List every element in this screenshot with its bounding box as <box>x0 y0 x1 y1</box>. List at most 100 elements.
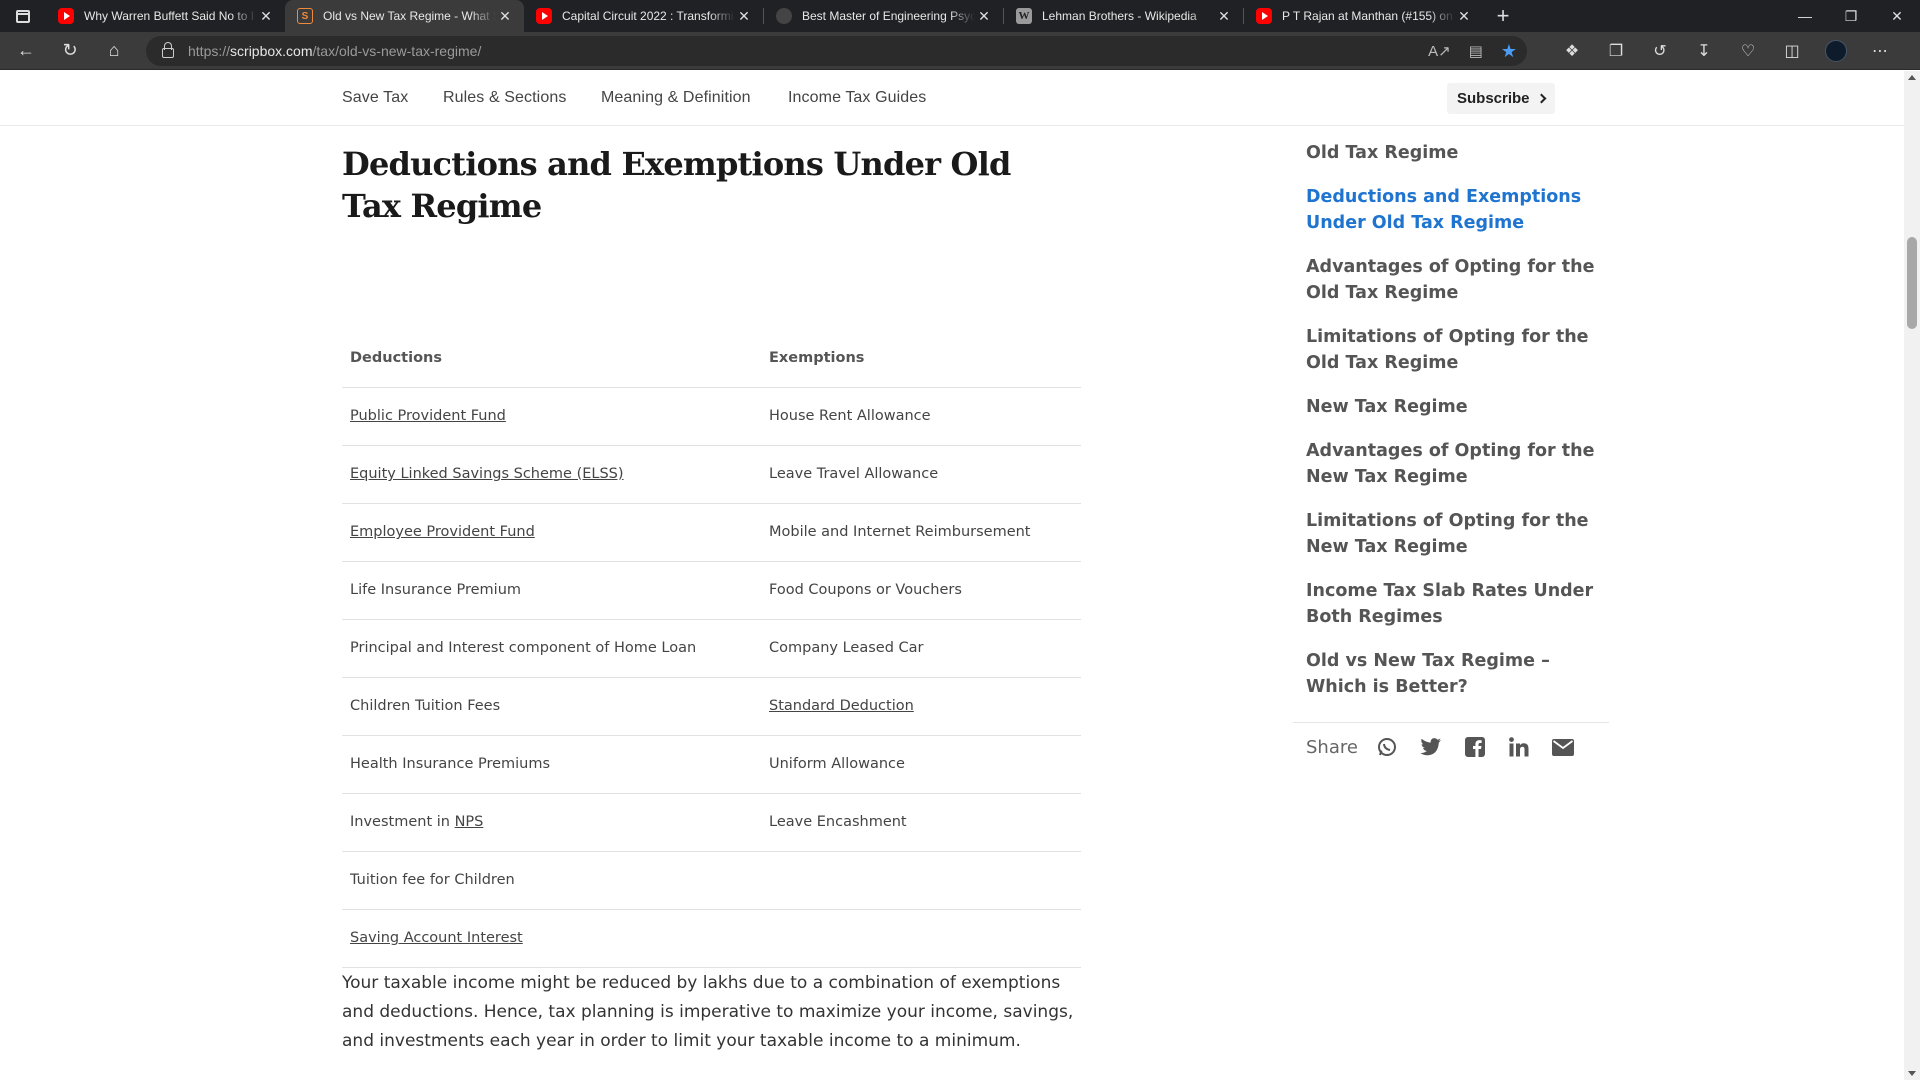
deduction-cell: Equity Linked Savings Scheme (ELSS) <box>342 445 761 504</box>
history-icon[interactable]: ↺ <box>1638 41 1682 61</box>
nav-rules-sections[interactable]: Rules & Sections <box>443 89 566 107</box>
browser-tab[interactable]: Capital Circuit 2022 : Transformi ✕ <box>524 0 763 32</box>
article-paragraph: Your taxable income might be reduced by … <box>342 973 1074 1051</box>
toc-link[interactable]: Advantages of Opting for the Old Tax Reg… <box>1306 254 1606 306</box>
twitter-icon[interactable] <box>1420 736 1442 758</box>
close-window-icon[interactable]: ✕ <box>1874 0 1920 32</box>
new-tab-button[interactable]: + <box>1483 3 1523 29</box>
deduction-link[interactable]: Equity Linked Savings Scheme (ELSS) <box>350 466 624 482</box>
refresh-button[interactable]: ↻ <box>48 32 92 70</box>
close-tab-icon[interactable]: ✕ <box>1455 8 1473 25</box>
youtube-icon <box>58 8 74 24</box>
table-row: Life Insurance Premium Food Coupons or Vo… <box>342 561 1081 620</box>
deduction-link[interactable]: Employee Provident Fund <box>350 524 535 540</box>
share-bar: Share <box>1306 732 1596 762</box>
email-icon[interactable] <box>1551 736 1574 758</box>
profile-avatar[interactable] <box>1825 40 1847 62</box>
downloads-icon[interactable]: ↧ <box>1682 41 1726 61</box>
browser-tab[interactable]: W Lehman Brothers - Wikipedia ✕ <box>1004 0 1243 32</box>
deduction-cell: Health Insurance Premiums <box>342 735 761 794</box>
back-button[interactable]: ← <box>4 32 48 70</box>
deduction-link[interactable]: NPS <box>455 814 484 830</box>
browser-tab[interactable]: Best Master of Engineering Psych ✕ <box>764 0 1003 32</box>
deduction-prefix: Investment in <box>350 814 455 830</box>
facebook-icon[interactable] <box>1464 736 1486 758</box>
browser-tab[interactable]: S Old vs New Tax Regime - What S ✕ <box>285 0 524 32</box>
home-button[interactable]: ⌂ <box>92 32 136 70</box>
collections-icon[interactable]: ❐ <box>1594 41 1638 61</box>
deduction-link[interactable]: Saving Account Interest <box>350 930 523 946</box>
toc-link[interactable]: Limitations of Opting for the Old Tax Re… <box>1306 324 1606 376</box>
deduction-text: Life Insurance Premium <box>350 582 522 598</box>
url-host: scripbox.com <box>230 43 313 59</box>
favorite-star-icon[interactable]: ★ <box>1501 41 1517 62</box>
tab-title: Lehman Brothers - Wikipedia <box>1042 9 1197 23</box>
exemption-text: Mobile and Internet Reimbursement <box>769 524 1031 540</box>
table-header-row: Deductions Exemptions <box>342 329 1081 388</box>
exemption-cell: Leave Travel Allowance <box>761 445 1081 504</box>
read-aloud-icon[interactable]: A↗ <box>1428 42 1451 60</box>
site-icon <box>776 8 792 24</box>
table-row: Health Insurance Premiums Uniform Allowan… <box>342 735 1081 794</box>
restore-icon[interactable]: ❐ <box>1828 0 1874 32</box>
close-tab-icon[interactable]: ✕ <box>975 8 993 25</box>
exemption-text: Leave Travel Allowance <box>769 466 939 482</box>
toc-link[interactable]: New Tax Regime <box>1306 394 1606 420</box>
table-of-contents: Old Tax Regime Deductions and Exemptions … <box>1306 140 1606 718</box>
subscribe-button[interactable]: Subscribe <box>1447 83 1555 114</box>
table-row: Employee Provident Fund Mobile and Intern… <box>342 503 1081 562</box>
immersive-reader-icon[interactable]: ▤ <box>1469 42 1483 60</box>
scroll-up-icon[interactable] <box>1908 75 1916 80</box>
tab-title: Capital Circuit 2022 : Transformi <box>562 9 734 23</box>
exemption-cell: House Rent Allowance <box>761 387 1081 446</box>
toc-link[interactable]: Old vs New Tax Regime – Which is Better? <box>1306 648 1606 700</box>
more-menu-icon[interactable]: ⋯ <box>1858 41 1902 61</box>
linkedin-icon[interactable] <box>1508 736 1530 758</box>
exemption-link[interactable]: Standard Deduction <box>769 698 914 714</box>
toc-divider <box>1293 722 1609 723</box>
deduction-cell: Employee Provident Fund <box>342 503 761 562</box>
deduction-link[interactable]: Public Provident Fund <box>350 408 506 424</box>
scroll-down-icon[interactable] <box>1908 1071 1916 1076</box>
deduction-cell: Tuition fee for Children <box>342 851 761 910</box>
close-tab-icon[interactable]: ✕ <box>735 8 753 25</box>
close-tab-icon[interactable]: ✕ <box>1215 8 1233 25</box>
section-heading: Deductions and Exemptions Under Old Tax … <box>342 145 1011 225</box>
close-tab-icon[interactable]: ✕ <box>257 8 275 25</box>
nav-meaning-definition[interactable]: Meaning & Definition <box>601 89 751 107</box>
youtube-icon <box>536 8 552 24</box>
whatsapp-icon[interactable] <box>1376 736 1398 758</box>
browser-tab-strip: Why Warren Buffett Said No to I ✕ S Old vs … <box>0 0 1920 32</box>
exemption-cell: Uniform Allowance <box>761 735 1081 794</box>
page-scrollbar[interactable] <box>1904 71 1920 1080</box>
chevron-right-icon <box>1536 93 1546 104</box>
deduction-text: Tuition fee for Children <box>350 872 515 888</box>
toc-link[interactable]: Income Tax Slab Rates Under Both Regimes <box>1306 578 1606 630</box>
toc-link[interactable]: Deductions and Exemptions Under Old Tax … <box>1306 184 1606 236</box>
minimize-icon[interactable]: — <box>1782 0 1828 32</box>
extensions-icon[interactable]: ❖ <box>1550 41 1594 61</box>
url-text[interactable]: https://scripbox.com/tax/old-vs-new-tax-… <box>188 43 481 59</box>
table-row: Principal and Interest component of Home… <box>342 619 1081 678</box>
browser-tab[interactable]: P T Rajan at Manthan (#155) on ✕ <box>1244 0 1483 32</box>
toc-link[interactable]: Old Tax Regime <box>1306 140 1606 166</box>
toc-link[interactable]: Limitations of Opting for the New Tax Re… <box>1306 508 1606 560</box>
exemption-cell: Standard Deduction <box>761 677 1081 736</box>
toc-link[interactable]: Advantages of Opting for the New Tax Reg… <box>1306 438 1606 490</box>
performance-icon[interactable]: ◫ <box>1770 41 1814 61</box>
nav-save-tax[interactable]: Save Tax <box>342 89 408 107</box>
deduction-text: Health Insurance Premiums <box>350 756 551 772</box>
share-label: Share <box>1306 736 1358 758</box>
browser-tab[interactable]: Why Warren Buffett Said No to I ✕ <box>46 0 285 32</box>
scrollbar-thumb[interactable] <box>1907 237 1917 329</box>
tab-title: Old vs New Tax Regime - What S <box>323 9 496 23</box>
lock-icon <box>162 42 174 58</box>
deduction-cell: Principal and Interest component of Home… <box>342 619 761 678</box>
tab-actions-menu[interactable] <box>0 0 46 32</box>
address-bar-icons: A↗ ▤ ★ <box>1428 41 1517 62</box>
nav-income-tax-guides[interactable]: Income Tax Guides <box>788 89 926 107</box>
browser-essentials-icon[interactable]: ♡ <box>1726 41 1770 61</box>
close-tab-icon[interactable]: ✕ <box>496 8 514 25</box>
column-header-deductions: Deductions <box>342 329 761 388</box>
address-bar[interactable]: https://scripbox.com/tax/old-vs-new-tax-… <box>146 36 1527 66</box>
